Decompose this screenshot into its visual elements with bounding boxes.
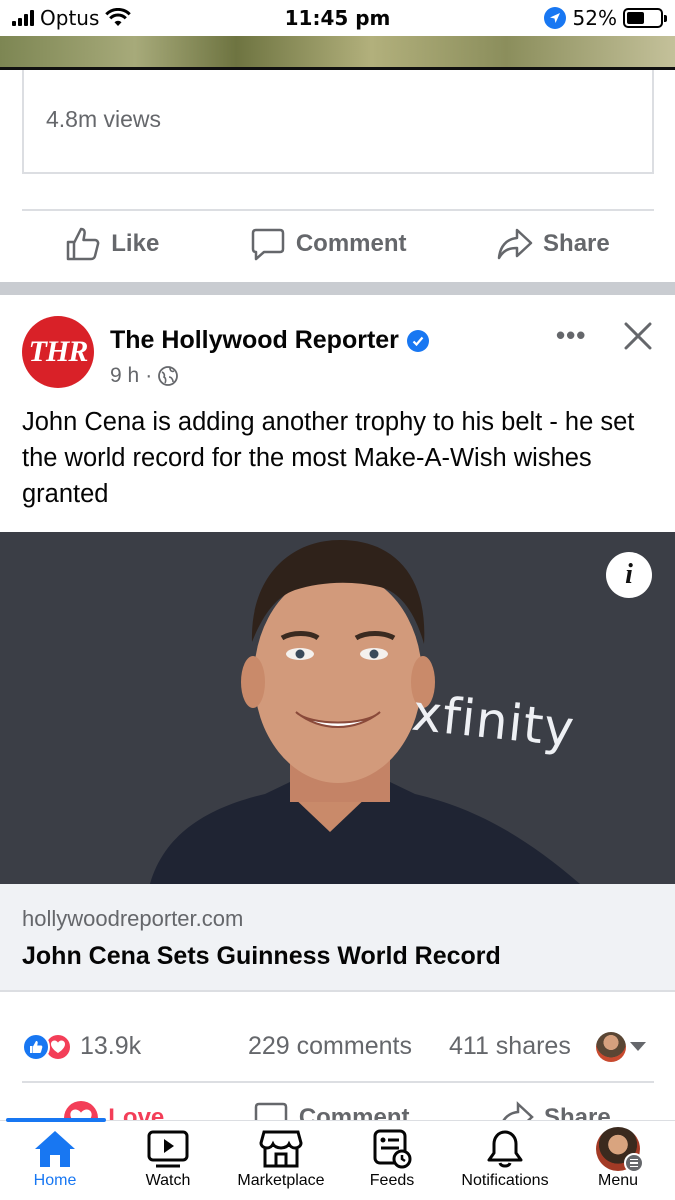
tab-home[interactable]: Home	[0, 1126, 110, 1190]
link-domain: hollywoodreporter.com	[22, 906, 244, 931]
link-title: John Cena Sets Guinness World Record	[22, 942, 501, 970]
page-name[interactable]: The Hollywood Reporter	[110, 326, 399, 355]
tab-menu[interactable]: Menu	[563, 1126, 673, 1190]
like-button[interactable]: Like	[65, 226, 159, 262]
share-icon	[501, 1101, 534, 1122]
divider	[22, 209, 654, 211]
previous-video-thumbnail[interactable]	[0, 36, 675, 70]
thumbs-up-icon	[67, 227, 100, 261]
feeds-icon	[373, 1129, 412, 1169]
share-icon	[497, 228, 533, 260]
share-button[interactable]: Share	[497, 226, 610, 262]
comment-label: Comment	[295, 230, 407, 257]
previous-post-actions: Like Comment Share	[0, 226, 675, 262]
views-box: 4.8m views	[22, 70, 654, 174]
tab-home-label: Home	[33, 1172, 77, 1189]
post-meta: 9 h ·	[110, 364, 179, 388]
feed-separator	[0, 282, 675, 295]
tab-notifications[interactable]: Notifications	[450, 1126, 560, 1190]
divider	[22, 1081, 654, 1083]
comment-icon	[254, 1102, 288, 1122]
post-time[interactable]: 9 h	[110, 364, 139, 388]
post-text: John Cena is adding another trophy to hi…	[22, 408, 635, 508]
page-avatar-logo: THR	[28, 335, 89, 368]
battery-percent: 52%	[572, 6, 617, 30]
tab-notifications-label: Notifications	[461, 1172, 549, 1189]
marketplace-icon	[259, 1130, 303, 1168]
watch-icon	[147, 1130, 189, 1168]
shares-count[interactable]: 411 shares	[449, 1032, 571, 1061]
info-icon[interactable]: i	[606, 552, 652, 598]
battery-icon	[623, 8, 667, 28]
reaction-summary[interactable]: 13.9k	[22, 1032, 141, 1061]
view-count: 4.8m views	[46, 106, 162, 132]
tab-watch-label: Watch	[145, 1172, 191, 1189]
more-options-button[interactable]: •••	[556, 320, 586, 351]
tab-feeds-label: Feeds	[369, 1172, 415, 1189]
like-label: Like	[111, 230, 160, 257]
comment-button[interactable]: Comment	[253, 1100, 409, 1122]
comment-button[interactable]: Comment	[250, 226, 407, 262]
link-preview[interactable]: hollywoodreporter.com John Cena Sets Gui…	[0, 884, 675, 992]
page-avatar[interactable]: THR	[22, 316, 94, 388]
comment-icon	[251, 228, 285, 261]
bell-icon	[487, 1130, 523, 1168]
page-name-row[interactable]: The Hollywood Reporter	[110, 326, 429, 355]
tab-feeds[interactable]: Feeds	[337, 1126, 447, 1190]
home-icon	[35, 1131, 75, 1167]
reaction-count: 13.9k	[80, 1032, 142, 1060]
reaction-avatar[interactable]	[596, 1032, 626, 1062]
tab-marketplace[interactable]: Marketplace	[225, 1126, 337, 1190]
tab-marketplace-label: Marketplace	[237, 1172, 325, 1189]
active-tab-indicator	[6, 1118, 106, 1122]
tab-watch[interactable]: Watch	[113, 1126, 223, 1190]
menu-icon	[624, 1153, 644, 1173]
globe-icon	[158, 366, 179, 386]
post-image[interactable]: xfinity i	[0, 532, 675, 884]
share-label: Share	[543, 230, 610, 257]
location-icon	[543, 7, 566, 29]
status-right: 52%	[543, 6, 667, 30]
profile-avatar	[596, 1127, 644, 1173]
verified-badge-icon	[406, 329, 429, 352]
close-icon[interactable]	[620, 318, 656, 354]
chevron-down-icon[interactable]	[630, 1042, 646, 1051]
share-button[interactable]: Share	[498, 1100, 611, 1122]
like-reaction-icon	[22, 1032, 50, 1061]
meta-separator: ·	[145, 364, 153, 387]
tab-menu-label: Menu	[597, 1172, 639, 1189]
status-bar: Optus 11:45 pm 52%	[0, 0, 675, 36]
comments-count[interactable]: 229 comments	[248, 1032, 412, 1061]
